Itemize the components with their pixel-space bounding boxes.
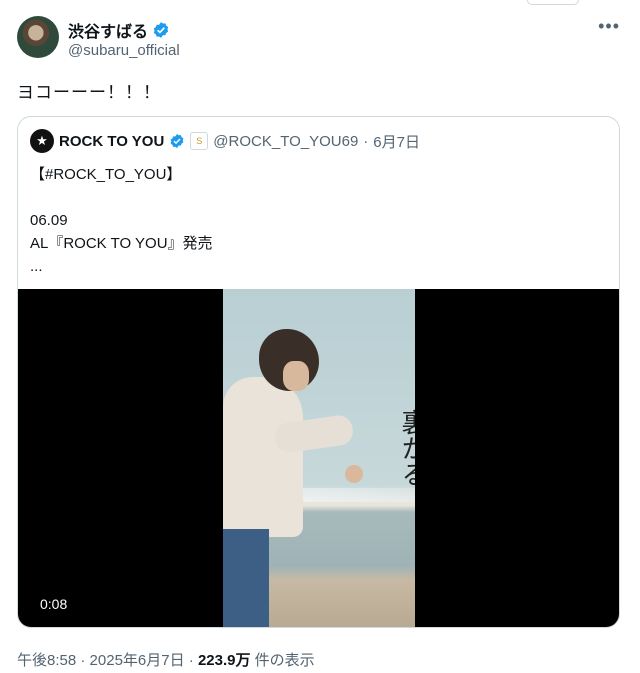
tweet-date[interactable]: 2025年6月7日 — [90, 652, 185, 669]
quoted-header: ★ ROCK TO YOU S @ROCK_TO_YOU69 · 6月7日 — [30, 129, 420, 153]
quoted-body-text: 【#ROCK_TO_YOU】 06.09 AL『ROCK TO YOU』発売 .… — [30, 166, 213, 275]
top-edge-decoration — [527, 0, 579, 5]
quoted-separator: · — [363, 132, 369, 150]
video-overlay-text: 裏かる — [397, 409, 415, 487]
view-count: 223.9万 — [197, 652, 251, 669]
verified-badge-icon — [170, 134, 184, 148]
verified-badge-icon — [153, 22, 169, 38]
video-frame: 裏かる — [223, 289, 415, 627]
view-count-label: 件の表示 — [250, 652, 315, 669]
meta-separator: · — [184, 652, 198, 669]
author-name[interactable]: 渋谷すばる — [68, 18, 148, 42]
tweet-meta: 午後8:58 · 2025年6月7日 · 223.9万 件の表示 — [17, 649, 315, 670]
author-handle[interactable]: @subaru_official — [68, 42, 180, 59]
avatar[interactable] — [17, 16, 59, 58]
quoted-author-handle[interactable]: @ROCK_TO_YOU69 — [213, 133, 358, 150]
video-player[interactable]: 裏かる 0:08 — [18, 289, 619, 627]
quoted-author-name[interactable]: ROCK TO YOU — [59, 133, 164, 150]
tweet-text: ヨコーーー！！！ — [17, 83, 161, 102]
affiliation-badge-icon[interactable]: S — [190, 132, 209, 150]
video-timecode: 0:08 — [40, 596, 68, 612]
more-horizontal-icon[interactable]: ••• — [598, 16, 620, 37]
video-person-face — [283, 361, 309, 391]
tweet-time[interactable]: 午後8:58 — [17, 652, 76, 669]
video-person-hand — [345, 465, 363, 483]
quoted-date[interactable]: 6月7日 — [373, 131, 420, 152]
meta-separator: · — [76, 652, 90, 669]
video-person-jeans — [223, 529, 269, 627]
author-name-row: 渋谷すばる — [68, 18, 170, 42]
quoted-avatar[interactable]: ★ — [30, 129, 54, 153]
quoted-tweet-card[interactable]: ★ ROCK TO YOU S @ROCK_TO_YOU69 · 6月7日 【#… — [17, 116, 620, 628]
video-person-shirt — [223, 377, 303, 537]
